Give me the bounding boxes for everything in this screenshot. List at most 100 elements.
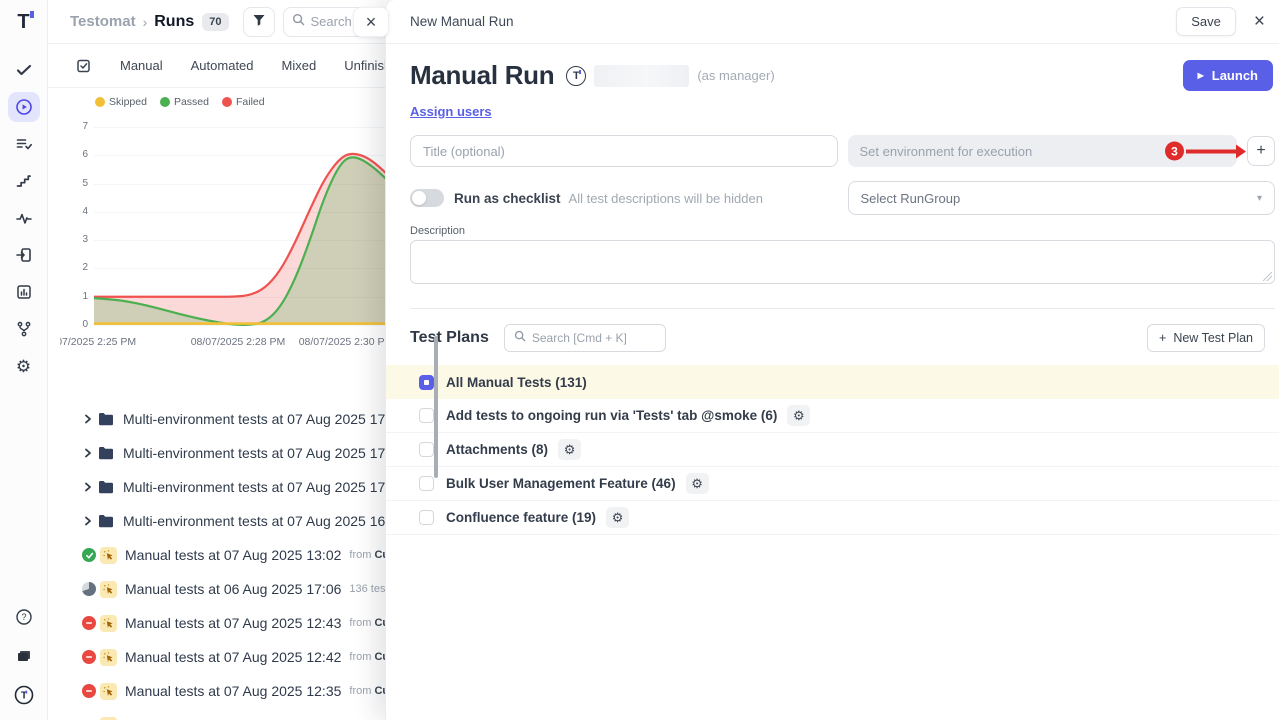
branch-icon — [15, 320, 33, 338]
test-plan-row[interactable]: All Manual Tests (131) — [386, 365, 1279, 399]
drawer-close-chip[interactable]: × — [353, 7, 389, 37]
gear-icon: ⚙ — [793, 409, 805, 422]
run-label: Multi-environment tests at 07 Aug 2025 1… — [123, 411, 405, 427]
finished-status-icon — [82, 582, 96, 596]
plan-settings-button[interactable]: ⚙ — [558, 439, 581, 460]
y-axis-tick: 7 — [58, 121, 88, 132]
legend-label: Skipped — [109, 96, 147, 108]
test-plan-row[interactable]: Add tests to ongoing run via 'Tests' tab… — [386, 399, 1279, 433]
x-axis-tick: 08/07/2025 2:30 PM — [299, 336, 386, 348]
chevron-right-icon[interactable] — [82, 413, 98, 425]
gear-icon: ⚙ — [691, 477, 703, 490]
run-title-input[interactable] — [410, 135, 838, 167]
manual-run-chip-icon — [100, 615, 117, 632]
legend-dot — [95, 97, 105, 107]
assign-users-link[interactable]: Assign users — [410, 104, 492, 119]
sidebar-item-reports[interactable] — [8, 277, 40, 307]
y-axis-tick: 2 — [58, 262, 88, 273]
test-plan-label: All Manual Tests (131) — [446, 375, 587, 390]
legend-label: Failed — [236, 96, 265, 108]
filter-button[interactable] — [243, 7, 275, 37]
breadcrumb-project[interactable]: Testomat — [70, 13, 136, 30]
test-plans-search[interactable] — [504, 324, 666, 352]
sidebar-item-settings[interactable]: ⚙ — [8, 351, 40, 381]
description-textarea[interactable] — [410, 240, 1275, 284]
docs-button[interactable] — [8, 641, 40, 671]
tab-automated[interactable]: Automated — [191, 58, 254, 73]
runs-trend-chart: SkippedPassedFailed7654321008/07/2025 2:… — [48, 88, 408, 356]
folder-icon — [98, 446, 116, 460]
manager-name-redacted — [594, 65, 689, 87]
rungroup-value: Select RunGroup — [861, 191, 961, 206]
checkbox-unchecked[interactable] — [419, 510, 434, 525]
legend-dot — [160, 97, 170, 107]
test-plan-label: Confluence feature (19) — [446, 510, 596, 525]
test-plans-list: All Manual Tests (131) Add tests to ongoi… — [386, 365, 1279, 535]
profile-logo-button[interactable]: T — [8, 680, 40, 710]
save-button[interactable]: Save — [1176, 7, 1236, 36]
gear-icon: ⚙ — [16, 358, 31, 375]
annotation-arrow-head — [1236, 144, 1246, 158]
x-axis-labels: 08/07/2025 2:25 PM08/07/2025 2:28 PM08/0… — [60, 336, 386, 350]
close-icon[interactable]: × — [1254, 12, 1265, 31]
test-plan-row[interactable]: Bulk User Management Feature (46) ⚙ — [386, 467, 1279, 501]
launch-button[interactable]: ▶ Launch — [1183, 60, 1273, 91]
plan-settings-button[interactable]: ⚙ — [787, 405, 810, 426]
sidebar-item-import[interactable] — [8, 240, 40, 270]
sidebar-item-steps[interactable] — [8, 166, 40, 196]
new-manual-run-drawer: New Manual Run Save × Manual Run T (as m… — [385, 0, 1279, 720]
test-plans-header: Test Plans + New Test Plan — [386, 309, 1279, 365]
tab-mixed[interactable]: Mixed — [282, 58, 317, 73]
run-label: Multi-environment tests at 07 Aug 2025 1… — [123, 479, 405, 495]
add-environment-button[interactable]: + — [1247, 136, 1275, 166]
app-logo[interactable]: T — [17, 9, 29, 35]
sidebar-item-tests[interactable] — [8, 55, 40, 85]
bulk-select-icon[interactable] — [76, 58, 92, 74]
checkbox-unchecked[interactable] — [419, 476, 434, 491]
resize-grip[interactable] — [1263, 272, 1272, 281]
funnel-icon — [252, 13, 266, 30]
rungroup-select[interactable]: Select RunGroup ▾ — [848, 181, 1276, 215]
as-manager-label: (as manager) — [697, 68, 774, 83]
help-icon: ? — [15, 608, 33, 626]
run-as-checklist-toggle[interactable] — [410, 189, 444, 207]
chevron-right-icon[interactable] — [82, 515, 98, 527]
help-button[interactable]: ? — [8, 602, 40, 632]
sidebar-item-pulse[interactable] — [8, 203, 40, 233]
runs-count-badge: 70 — [202, 13, 228, 31]
run-label: Manual tests at 07 Aug 2025 12:43 — [125, 615, 341, 631]
folder-stack-icon — [15, 647, 33, 665]
manual-run-chip-icon — [100, 581, 117, 598]
sidebar-item-test-plans[interactable] — [8, 129, 40, 159]
manual-run-chip-icon — [100, 717, 117, 720]
test-plans-title: Test Plans — [410, 329, 489, 347]
run-label: Multi-environment tests at 07 Aug 2025 1… — [123, 445, 405, 461]
y-axis-tick: 1 — [58, 291, 88, 302]
plus-icon: + — [1159, 331, 1166, 345]
plan-settings-button[interactable]: ⚙ — [606, 507, 629, 528]
checkbox-unchecked[interactable] — [419, 442, 434, 457]
sidebar-item-branches[interactable] — [8, 314, 40, 344]
test-plan-label: Add tests to ongoing run via 'Tests' tab… — [446, 408, 777, 423]
x-axis-tick: 08/07/2025 2:28 PM — [191, 336, 286, 348]
test-plan-row[interactable]: Confluence feature (19) ⚙ — [386, 501, 1279, 535]
sidebar-item-runs[interactable] — [8, 92, 40, 122]
chevron-right-icon[interactable] — [82, 481, 98, 493]
launch-label: Launch — [1212, 68, 1258, 83]
environment-input[interactable] — [848, 135, 1238, 167]
tab-manual[interactable]: Manual — [120, 58, 163, 73]
checkbox-checked[interactable] — [419, 375, 434, 390]
legend-dot — [222, 97, 232, 107]
test-plan-row[interactable]: Attachments (8)⚙ — [386, 433, 1279, 467]
folder-icon — [98, 480, 116, 494]
panel-scrollbar[interactable] — [434, 336, 438, 478]
chevron-right-icon[interactable] — [82, 447, 98, 459]
gear-icon: ⚙ — [564, 443, 576, 456]
checkbox-unchecked[interactable] — [419, 408, 434, 423]
legend-item-skipped: Skipped — [95, 96, 147, 108]
new-test-plan-button[interactable]: + New Test Plan — [1147, 324, 1265, 352]
test-plans-search-input[interactable] — [532, 331, 650, 345]
plan-settings-button[interactable]: ⚙ — [686, 473, 709, 494]
test-plan-label: Bulk User Management Feature (46) — [446, 476, 676, 491]
area-chart-plot — [94, 127, 394, 329]
